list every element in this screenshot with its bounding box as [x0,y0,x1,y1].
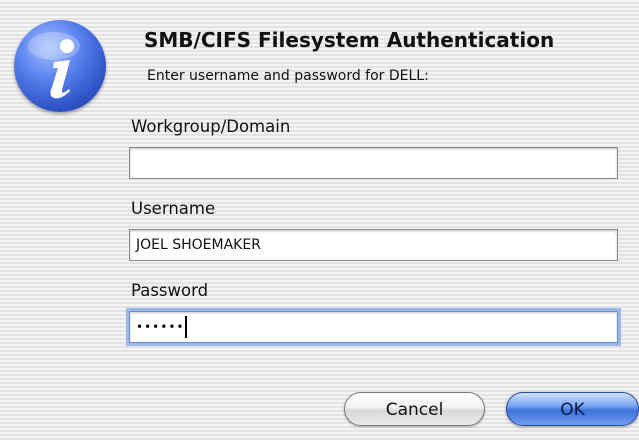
dialog-title: SMB/CIFS Filesystem Authentication [144,28,555,52]
dialog-message: Enter username and password for DELL: [147,68,429,84]
username-value: JOEL SHOEMAKER [136,237,261,253]
password-label: Password [131,281,209,300]
username-input[interactable]: JOEL SHOEMAKER [129,229,618,261]
cancel-button[interactable]: Cancel [344,392,485,426]
workgroup-input[interactable] [129,147,618,179]
password-value: •••••• [136,320,185,334]
info-icon [14,20,106,112]
username-label: Username [131,199,216,218]
ok-button[interactable]: OK [506,392,639,426]
workgroup-label: Workgroup/Domain [131,117,291,136]
text-caret [185,316,188,338]
password-input[interactable]: •••••• [129,311,618,343]
